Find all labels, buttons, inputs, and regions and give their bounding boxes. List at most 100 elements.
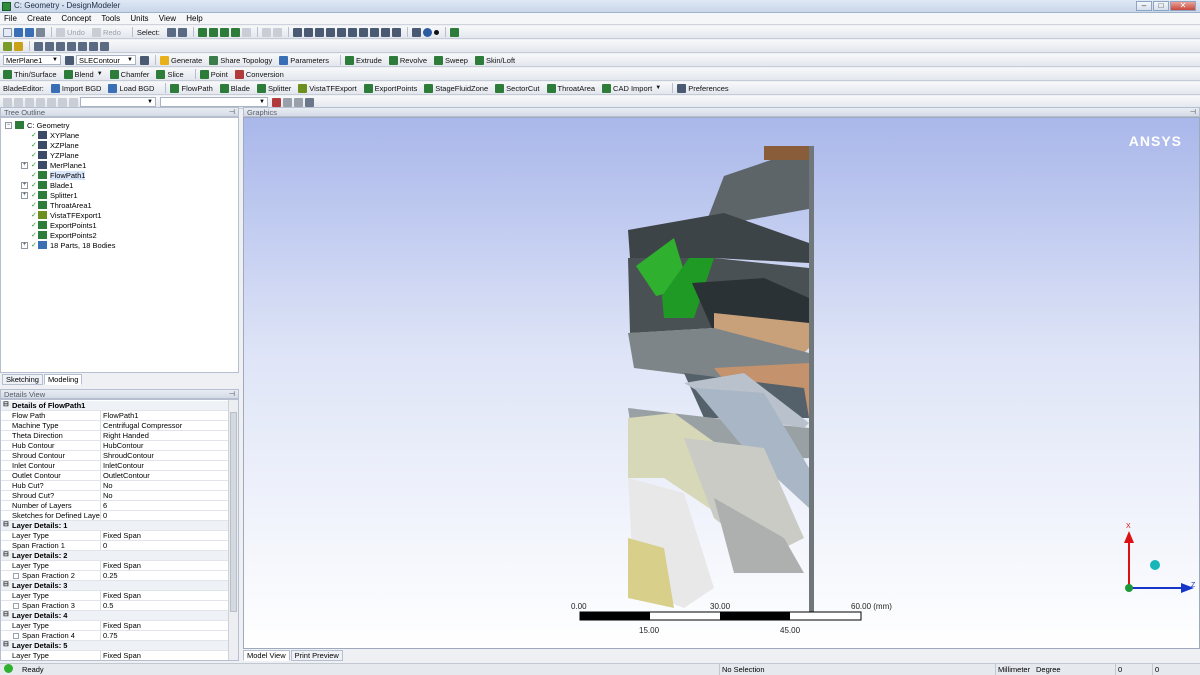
details-row[interactable]: Hub Contour HubContour	[1, 441, 229, 451]
rotate-icon[interactable]	[292, 27, 302, 37]
collapse-icon[interactable]: ⊟	[3, 641, 10, 649]
details-row[interactable]: Layer Type Fixed Span	[1, 591, 229, 601]
menu-help[interactable]: Help	[182, 13, 206, 23]
tree-item-parts-bodies[interactable]: + ✓ 18 Parts, 18 Bodies	[21, 240, 115, 250]
tree-item-xyplane[interactable]: ✓ XYPlane	[31, 130, 79, 140]
collapse-icon[interactable]: ⊟	[3, 551, 10, 559]
menu-units[interactable]: Units	[126, 13, 152, 23]
chamfer-button[interactable]: Chamfer	[109, 69, 149, 79]
cad-import-button[interactable]: CAD Import ▼	[602, 83, 661, 93]
save-icon[interactable]	[14, 27, 23, 37]
sector-cut-button[interactable]: SectorCut	[495, 83, 540, 93]
export-points-button[interactable]: ExportPoints	[363, 83, 417, 93]
details-row[interactable]: Sketches for Defined Layer 0	[1, 511, 229, 521]
details-row[interactable]: Layer Type Fixed Span	[1, 651, 229, 660]
close-button[interactable]: ✕	[1170, 1, 1196, 11]
blend-button[interactable]: Blend ▼	[63, 69, 103, 79]
paint-select-icon[interactable]	[272, 27, 282, 37]
tree-item-blade1[interactable]: + ✓ Blade1	[21, 180, 73, 190]
select-filter-icon[interactable]	[177, 27, 187, 37]
tree-item-exportpoints2[interactable]: ✓ ExportPoints2	[31, 230, 97, 240]
expand-icon[interactable]: +	[21, 241, 28, 249]
pan-icon[interactable]	[303, 27, 313, 37]
blade-button[interactable]: Blade	[219, 83, 250, 93]
tree-item-splitter1[interactable]: + ✓ Splitter1	[21, 190, 78, 200]
collapse-icon[interactable]: −	[5, 121, 12, 129]
details-row[interactable]: Flow Path FlowPath1	[1, 411, 229, 421]
annotation-icon[interactable]	[283, 97, 292, 107]
details-scrollbar[interactable]	[228, 400, 238, 660]
new-plane-icon[interactable]	[65, 55, 74, 65]
tab-sketching[interactable]: Sketching	[2, 374, 43, 385]
sweep-button[interactable]: Sweep	[434, 55, 468, 65]
tree-item-xzplane[interactable]: ✓ XZPlane	[31, 140, 79, 150]
zoom-box-icon[interactable]	[325, 27, 335, 37]
import-bgd-button[interactable]: Import BGD	[50, 83, 101, 93]
tree-item-vistatfexport1[interactable]: ✓ VistaTFExport1	[31, 210, 102, 220]
scrollbar-thumb[interactable]	[230, 412, 237, 612]
parameter-checkbox[interactable]	[13, 573, 19, 579]
select-face-icon[interactable]	[219, 27, 229, 37]
select-edge-icon[interactable]	[208, 27, 218, 37]
length-dimension-icon[interactable]	[36, 97, 45, 107]
parameter-checkbox[interactable]	[13, 633, 19, 639]
revolve-button[interactable]: Revolve	[388, 55, 427, 65]
next-view-icon[interactable]	[380, 27, 390, 37]
point-display-icon[interactable]	[433, 29, 439, 35]
impeller-model[interactable]	[244, 118, 1200, 649]
arc-tool-icon[interactable]	[45, 41, 54, 51]
triad-icon[interactable]	[411, 27, 421, 37]
plane-tool-icon[interactable]	[100, 41, 109, 51]
horizontal-dimension-icon[interactable]	[14, 97, 23, 107]
details-row[interactable]: Shroud Contour ShroudContour	[1, 451, 229, 461]
blade-editor-icon[interactable]	[449, 27, 459, 37]
select-body-icon[interactable]	[230, 27, 240, 37]
zoom-fit-icon[interactable]	[336, 27, 346, 37]
details-row[interactable]: Span Fraction 10	[1, 541, 229, 551]
offset-tool-icon[interactable]	[67, 41, 76, 51]
menu-tools[interactable]: Tools	[97, 13, 124, 23]
tab-modeling[interactable]: Modeling	[43, 374, 83, 385]
new-sketch-icon[interactable]	[140, 55, 149, 65]
preferences-button[interactable]: Preferences	[677, 83, 729, 93]
details-row[interactable]: Shroud Cut? No	[1, 491, 229, 501]
details-row[interactable]: Span Fraction 3 0.5	[1, 601, 229, 611]
magnifier-icon[interactable]	[347, 27, 357, 37]
screenshot-icon[interactable]	[36, 27, 45, 37]
menu-concept[interactable]: Concept	[57, 13, 95, 23]
details-row[interactable]: Layer Type Fixed Span	[1, 561, 229, 571]
save-all-icon[interactable]	[25, 27, 34, 37]
splitter-button[interactable]: Splitter	[256, 83, 291, 93]
menu-file[interactable]: File	[0, 13, 21, 23]
collapse-icon[interactable]: ⊟	[3, 401, 10, 409]
details-row[interactable]: Machine Type Centrifugal Compressor	[1, 421, 229, 431]
record-icon[interactable]	[272, 97, 281, 107]
details-row[interactable]: Layer Type Fixed Span	[1, 621, 229, 631]
maximize-button[interactable]: □	[1153, 1, 1169, 11]
point-button[interactable]: Point	[199, 69, 228, 79]
camera-icon[interactable]	[294, 97, 303, 107]
display-icon[interactable]	[422, 27, 432, 37]
parameter-checkbox[interactable]	[13, 603, 19, 609]
select-point-icon[interactable]	[197, 27, 207, 37]
load-bgd-button[interactable]: Load BGD	[108, 83, 154, 93]
tree-item-throatarea1[interactable]: ✓ ThroatArea1	[31, 200, 92, 210]
previous-view-icon[interactable]	[369, 27, 379, 37]
conversion-button[interactable]: Conversion	[234, 69, 284, 79]
details-row[interactable]: Outlet Contour OutletContour	[1, 471, 229, 481]
tree-item-flowpath1[interactable]: ✓ FlowPath1	[31, 170, 86, 180]
share-topology-button[interactable]: Share Topology	[209, 55, 272, 65]
display-mode-icon[interactable]	[305, 97, 314, 107]
dimension-icon[interactable]	[3, 97, 12, 107]
move-dimension-icon[interactable]	[69, 97, 78, 107]
menu-create[interactable]: Create	[23, 13, 55, 23]
tree-item-exportpoints1[interactable]: ✓ ExportPoints1	[31, 220, 97, 230]
expand-icon[interactable]: +	[21, 161, 28, 169]
sketch-mode-icon[interactable]	[14, 41, 23, 51]
undo-button[interactable]: Undo	[56, 27, 85, 37]
line-tool-icon[interactable]	[34, 41, 43, 51]
details-row[interactable]: Layer Type Fixed Span	[1, 531, 229, 541]
pin-icon[interactable]: ⊣	[229, 390, 235, 399]
tree-item-yzplane[interactable]: ✓ YZPlane	[31, 150, 79, 160]
zoom-out-icon[interactable]	[358, 27, 368, 37]
